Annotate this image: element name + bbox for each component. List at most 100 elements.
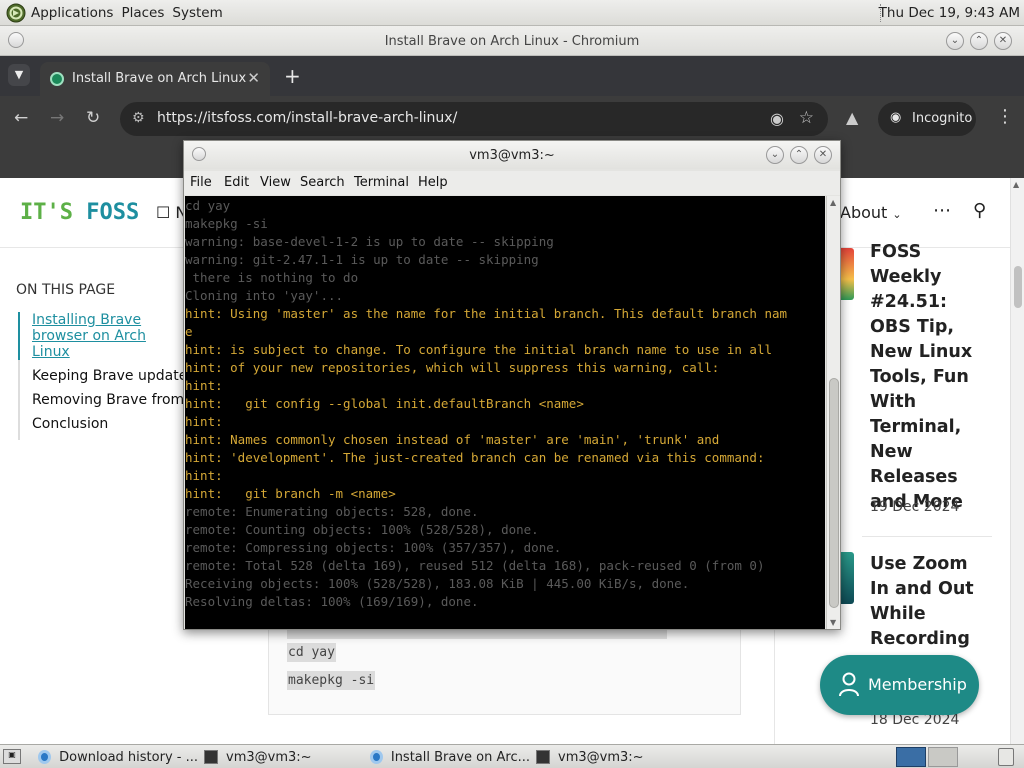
terminal-line: hint: Using 'master' as the name for the… bbox=[185, 306, 788, 321]
bottom-taskbar: ▣ Download history - ... vm3@vm3:~ Insta… bbox=[0, 744, 1024, 768]
close-icon[interactable]: ✕ bbox=[994, 32, 1012, 50]
terminal-window[interactable]: vm3@vm3:~ ⌄ ⌃ ✕ File Edit View Search Te… bbox=[183, 140, 841, 630]
nav-about-link[interactable]: About ⌄ bbox=[840, 203, 902, 222]
terminal-line: warning: base-devel-1-2 is up to date --… bbox=[185, 234, 554, 249]
terminal-line: hint: git config --global init.defaultBr… bbox=[185, 396, 584, 411]
terminal-window-menu-icon[interactable] bbox=[192, 147, 206, 161]
taskbar-item-terminal-2[interactable]: vm3@vm3:~ bbox=[536, 747, 696, 767]
code-line: makepkg -si bbox=[287, 671, 376, 690]
tab-strip: ▼ Install Brave on Arch Linux ✕ + bbox=[0, 56, 1024, 96]
membership-button[interactable]: Membership bbox=[820, 655, 979, 715]
sidebar-article-title[interactable]: FOSS Weekly #24.51: OBS Tip, New Linux T… bbox=[870, 240, 990, 515]
terminal-minimize-icon[interactable]: ⌄ bbox=[766, 146, 784, 164]
terminal-line: remote: Compressing objects: 100% (357/3… bbox=[185, 540, 562, 555]
incognito-icon: ◉ bbox=[890, 110, 902, 125]
browser-title-bar[interactable]: Install Brave on Arch Linux - Chromium ⌄… bbox=[0, 26, 1024, 56]
terminal-scrollbar[interactable]: ▲ ▼ bbox=[826, 196, 840, 629]
terminal-scroll-thumb[interactable] bbox=[829, 378, 839, 608]
taskbar-item-install-brave[interactable]: Install Brave on Arc... bbox=[370, 747, 530, 767]
page-scrollbar[interactable]: ▲ bbox=[1010, 178, 1024, 744]
terminal-line: remote: Counting objects: 100% (528/528)… bbox=[185, 522, 539, 537]
terminal-menu-terminal[interactable]: Terminal bbox=[354, 175, 409, 190]
more-dots-icon[interactable]: ⋯ bbox=[933, 200, 951, 221]
terminal-title-bar[interactable]: vm3@vm3:~ ⌄ ⌃ ✕ bbox=[184, 141, 840, 169]
incognito-badge[interactable]: ◉ Incognito bbox=[878, 102, 976, 136]
window-menu-icon[interactable] bbox=[8, 32, 24, 48]
tab-label: Install Brave on Arch Linux bbox=[72, 71, 247, 86]
logo-text-part1: IT'S bbox=[20, 200, 87, 225]
terminal-scroll-up-icon[interactable]: ▲ bbox=[830, 198, 836, 207]
forward-arrow-icon[interactable]: → bbox=[50, 108, 64, 128]
code-block: cd yay makepkg -si bbox=[268, 618, 741, 715]
labs-flask-icon[interactable]: ▲ bbox=[846, 108, 858, 127]
show-desktop-icon[interactable]: ▣ bbox=[3, 749, 21, 764]
back-arrow-icon[interactable]: ← bbox=[14, 108, 28, 128]
new-tab-plus-icon[interactable]: + bbox=[284, 64, 301, 88]
terminal-scroll-down-icon[interactable]: ▼ bbox=[830, 618, 836, 627]
toc-item-installing[interactable]: Installing Brave browser on Arch Linux bbox=[18, 312, 188, 360]
nav-about-label: About bbox=[840, 203, 888, 222]
workspace-1[interactable] bbox=[896, 747, 926, 767]
user-icon bbox=[839, 672, 859, 697]
menu-system[interactable]: System bbox=[172, 5, 222, 21]
taskbar-label: Install Brave on Arc... bbox=[390, 749, 530, 765]
tab-install-brave[interactable]: Install Brave on Arch Linux ✕ bbox=[40, 62, 270, 96]
search-icon[interactable]: ⚲ bbox=[973, 200, 986, 221]
distro-logo-icon[interactable] bbox=[6, 3, 26, 23]
toc-item-removing[interactable]: Removing Brave from Arch bbox=[20, 392, 188, 408]
site-info-icon[interactable]: ⚙ bbox=[132, 110, 145, 126]
taskbar-item-download-history[interactable]: Download history - ... bbox=[38, 747, 198, 767]
terminal-close-icon[interactable]: ✕ bbox=[814, 146, 832, 164]
toc-item-conclusion[interactable]: Conclusion bbox=[20, 416, 188, 432]
eye-slash-icon[interactable]: ◉ bbox=[770, 109, 784, 128]
browser-menu-kebab-icon[interactable]: ⋮ bbox=[996, 106, 1014, 127]
terminal-line: hint: bbox=[185, 468, 223, 483]
terminal-window-controls: ⌄ ⌃ ✕ bbox=[766, 146, 832, 164]
workspace-2[interactable] bbox=[928, 747, 958, 767]
menu-applications[interactable]: Applications bbox=[31, 5, 113, 21]
terminal-line: hint: bbox=[185, 378, 223, 393]
terminal-line: e bbox=[185, 324, 193, 339]
terminal-line: hint: git branch -m <name> bbox=[185, 486, 396, 501]
window-controls: ⌄ ⌃ ✕ bbox=[946, 32, 1012, 50]
terminal-maximize-icon[interactable]: ⌃ bbox=[790, 146, 808, 164]
chevron-down-icon: ⌄ bbox=[892, 208, 902, 221]
tab-search-chevron-icon[interactable]: ▼ bbox=[8, 64, 30, 86]
taskbar-label: vm3@vm3:~ bbox=[558, 749, 644, 765]
terminal-line: hint: of your new repositories, which wi… bbox=[185, 360, 720, 375]
sidebar-article-date: 19 Dec 2024 bbox=[870, 499, 960, 515]
terminal-menu-search[interactable]: Search bbox=[300, 175, 345, 190]
clock[interactable]: Thu Dec 19, 9:43 AM bbox=[879, 5, 1020, 21]
terminal-line: hint: bbox=[185, 414, 223, 429]
incognito-label: Incognito bbox=[912, 111, 973, 126]
trash-icon[interactable] bbox=[998, 748, 1014, 766]
terminal-menu-edit[interactable]: Edit bbox=[224, 175, 249, 190]
scroll-up-arrow-icon[interactable]: ▲ bbox=[1013, 180, 1019, 189]
terminal-left-controls bbox=[192, 147, 206, 161]
minimize-icon[interactable]: ⌄ bbox=[946, 32, 964, 50]
terminal-line: makepkg -si bbox=[185, 216, 268, 231]
browser-toolbar: ← → ↻ ⚙ https://itsfoss.com/install-brav… bbox=[0, 96, 1024, 142]
terminal-output[interactable]: cd yay makepkg -si warning: base-devel-1-2… bbox=[185, 196, 825, 629]
terminal-menu-help[interactable]: Help bbox=[418, 175, 448, 190]
sidebar-separator bbox=[862, 536, 992, 537]
terminal-line: remote: Total 528 (delta 169), reused 51… bbox=[185, 558, 765, 573]
itsfoss-favicon-icon bbox=[50, 72, 64, 86]
terminal-line: Receiving objects: 100% (528/528), 183.0… bbox=[185, 576, 690, 591]
menu-places[interactable]: Places bbox=[121, 5, 164, 21]
toc-item-updating[interactable]: Keeping Brave updated bbox=[20, 368, 188, 384]
terminal-line: Cloning into 'yay'... bbox=[185, 288, 344, 303]
sidebar-article-title[interactable]: Use Zoom In and Out While Recording bbox=[870, 552, 990, 652]
bookmark-star-icon[interactable]: ☆ bbox=[799, 108, 814, 128]
itsfoss-logo[interactable]: IT'S FOSS bbox=[20, 200, 139, 225]
address-bar[interactable]: ⚙ https://itsfoss.com/install-brave-arch… bbox=[120, 102, 828, 136]
page-scroll-thumb[interactable] bbox=[1014, 266, 1022, 308]
reload-icon[interactable]: ↻ bbox=[86, 108, 100, 128]
tab-close-icon[interactable]: ✕ bbox=[247, 69, 260, 87]
chromium-icon bbox=[38, 750, 52, 764]
taskbar-item-terminal[interactable]: vm3@vm3:~ bbox=[204, 747, 364, 767]
maximize-icon[interactable]: ⌃ bbox=[970, 32, 988, 50]
terminal-menu-view[interactable]: View bbox=[260, 175, 291, 190]
panel-menus: Applications Places System bbox=[6, 3, 231, 23]
terminal-menu-file[interactable]: File bbox=[190, 175, 212, 190]
